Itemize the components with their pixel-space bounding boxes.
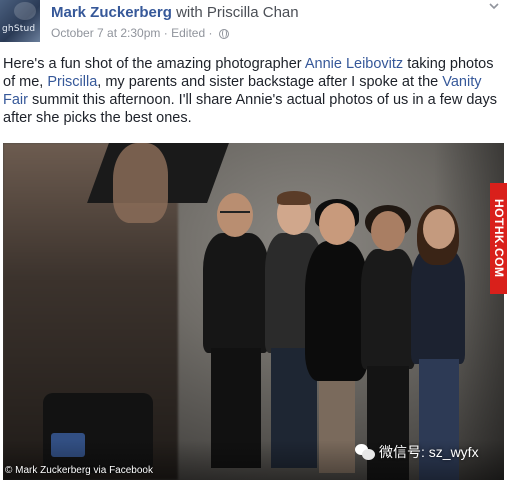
person-head: [371, 211, 405, 251]
globe-icon[interactable]: [218, 29, 229, 39]
person-body: [361, 249, 415, 369]
post-text-part: , my parents and sister backstage after …: [97, 74, 443, 90]
photo-credit: © Mark Zuckerberg via Facebook: [5, 465, 153, 476]
post-photo[interactable]: [3, 143, 504, 480]
person-hair: [277, 191, 311, 205]
avatar-text: ghStud: [2, 24, 36, 34]
with-text: with: [176, 4, 203, 21]
photographer-hand: [113, 143, 168, 223]
tag-priscilla[interactable]: Priscilla: [47, 74, 97, 90]
person-body: [411, 249, 465, 364]
edited-label[interactable]: Edited: [171, 26, 205, 40]
tagged-person[interactable]: Priscilla Chan: [207, 4, 299, 21]
chevron-down-icon[interactable]: [489, 1, 499, 11]
wechat-label: 微信号: sz_wyfx: [379, 444, 479, 460]
wechat-watermark: 微信号: sz_wyfx: [355, 442, 479, 464]
person-head: [319, 203, 355, 245]
avatar[interactable]: ghStud: [0, 0, 40, 42]
side-watermark: HOTHK.COM: [490, 183, 507, 294]
post-date[interactable]: October 7 at 2:30pm: [51, 26, 160, 40]
post-text-part: Here's a fun shot of the amazing photogr…: [3, 56, 305, 72]
post-text-part: summit this afternoon. I'll share Annie'…: [3, 92, 497, 126]
meta-separator-2: ·: [208, 26, 213, 40]
author-name[interactable]: Mark Zuckerberg: [51, 4, 172, 21]
author-line: Mark Zuckerberg with Priscilla Chan: [51, 4, 299, 22]
meta-separator: ·: [163, 26, 168, 40]
wechat-icon: [355, 444, 375, 460]
tag-annie-leibovitz[interactable]: Annie Leibovitz: [305, 56, 403, 72]
glasses: [220, 211, 250, 219]
person-body: [203, 233, 269, 353]
post-meta: October 7 at 2:30pm · Edited ·: [51, 26, 229, 40]
post-text: Here's a fun shot of the amazing photogr…: [3, 55, 503, 127]
avatar-highlight: [14, 2, 36, 20]
person-body: [305, 241, 369, 381]
facebook-post: ghStud Mark Zuckerberg with Priscilla Ch…: [0, 0, 507, 480]
post-header: ghStud Mark Zuckerberg with Priscilla Ch…: [0, 0, 507, 46]
person-head: [423, 209, 455, 249]
